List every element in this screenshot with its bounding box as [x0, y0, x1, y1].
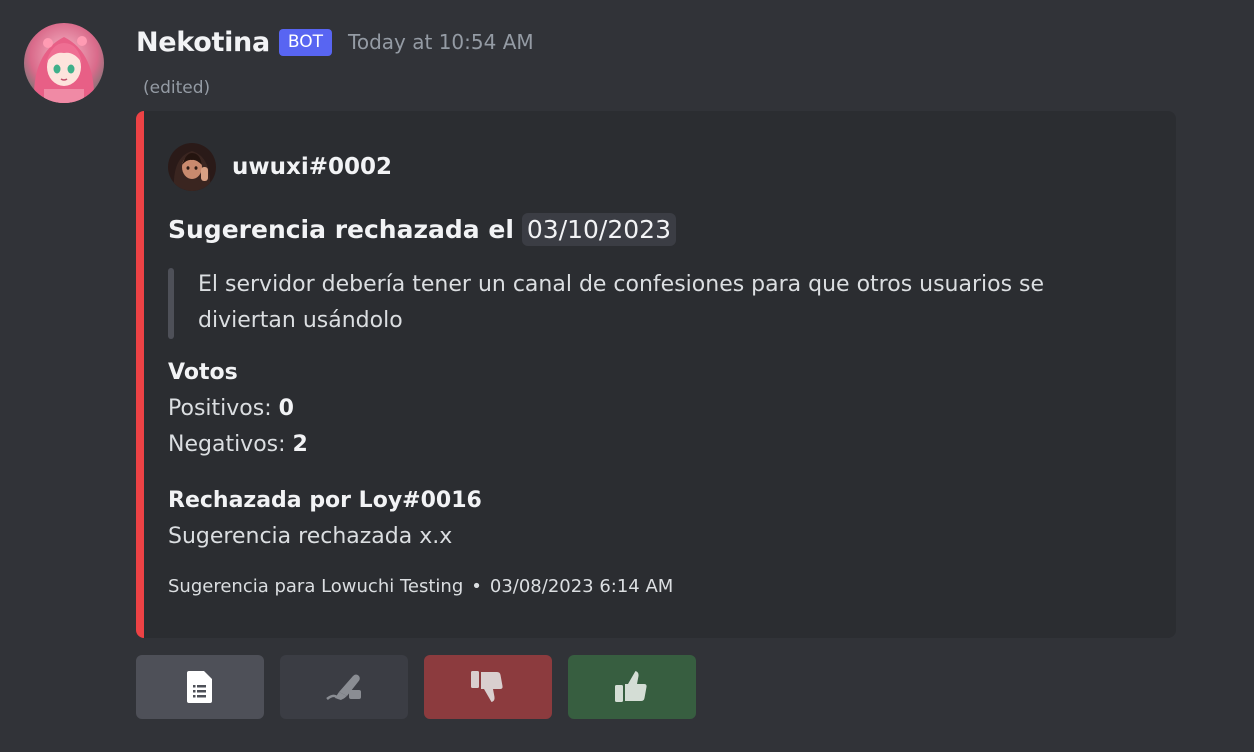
edited-label: (edited) — [143, 78, 211, 98]
positive-votes-label: Positivos: — [168, 396, 272, 421]
reject-button[interactable] — [424, 655, 552, 719]
rejected-field: Rechazada por Loy#0016 Sugerencia rechaz… — [168, 483, 482, 555]
anime-girl-avatar-icon — [24, 23, 104, 103]
rejected-field-name: Rechazada por Loy#0016 — [168, 488, 482, 513]
embed-author: uwuxi#0002 — [168, 143, 392, 191]
message-timestamp[interactable]: Today at 10:54 AM — [348, 30, 534, 54]
suggestion-quote: El servidor debería tener un canal de co… — [168, 268, 1128, 339]
user-avatar-icon — [168, 143, 216, 191]
quote-bar — [168, 268, 174, 339]
suggestion-text: El servidor debería tener un canal de co… — [198, 272, 1045, 333]
bot-badge: BOT — [278, 28, 333, 56]
document-list-icon — [187, 671, 212, 703]
negative-votes-count: 2 — [292, 432, 308, 457]
footer-date: 03/08/2023 6:14 AM — [489, 576, 674, 597]
embed-title-text: Sugerencia rechazada el — [168, 214, 514, 244]
footer-text: Sugerencia para Lowuchi Testing — [168, 576, 464, 597]
embed-footer: Sugerencia para Lowuchi Testing • 03/08/20… — [168, 576, 673, 597]
approve-button[interactable] — [568, 655, 696, 719]
thumbs-down-icon — [471, 671, 503, 702]
votes-field-name: Votos — [168, 360, 238, 385]
suggestion-embed: uwuxi#0002 Sugerencia rechazada el 03/10… — [136, 111, 1176, 638]
thumbs-up-icon — [615, 671, 647, 702]
votes-field: Votos Positivos: 0 Negativos: 2 — [168, 355, 308, 463]
action-buttons — [136, 655, 712, 719]
embed-author-avatar[interactable] — [168, 143, 216, 191]
message-header: Nekotina BOT Today at 10:54 AM — [136, 22, 534, 62]
signature-hand-icon — [326, 674, 361, 700]
bot-avatar[interactable] — [24, 23, 104, 103]
embed-author-name[interactable]: uwuxi#0002 — [232, 154, 392, 180]
positive-votes: Positivos: 0 — [168, 391, 308, 427]
positive-votes-count: 0 — [278, 396, 294, 421]
author-username[interactable]: Nekotina — [136, 27, 270, 58]
rejected-field-value: Sugerencia rechazada x.x — [168, 524, 453, 549]
embed-color-bar — [136, 111, 144, 638]
sign-button[interactable] — [280, 655, 408, 719]
chat-message: Nekotina BOT Today at 10:54 AM (edited) … — [0, 0, 1254, 752]
embed-title: Sugerencia rechazada el 03/10/2023 — [168, 207, 676, 251]
footer-separator: • — [471, 576, 482, 597]
negative-votes: Negativos: 2 — [168, 427, 308, 463]
negative-votes-label: Negativos: — [168, 432, 286, 457]
embed-title-date[interactable]: 03/10/2023 — [521, 212, 676, 246]
view-list-button[interactable] — [136, 655, 264, 719]
